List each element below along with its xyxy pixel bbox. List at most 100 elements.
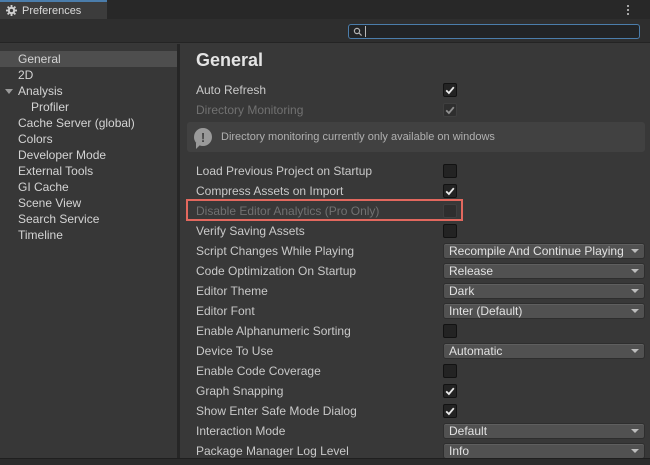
settings-row: Enable Code Coverage — [180, 361, 650, 381]
setting-label: Enable Alphanumeric Sorting — [196, 324, 443, 338]
setting-label: Editor Theme — [196, 284, 443, 298]
sidebar-item-label: Cache Server (global) — [18, 116, 135, 130]
setting-label: Load Previous Project on Startup — [196, 164, 443, 178]
settings-row: Show Enter Safe Mode Dialog — [180, 401, 650, 421]
settings-row: Script Changes While Playing Recompile An… — [180, 241, 650, 261]
settings-row: Directory Monitoring — [180, 100, 650, 120]
dropdown-value: Release — [449, 264, 493, 278]
checkbox[interactable] — [443, 364, 457, 378]
dropdown-value: Recompile And Continue Playing — [449, 244, 624, 258]
dropdown[interactable]: Info — [443, 443, 645, 459]
dropdown-value: Info — [449, 444, 469, 458]
sidebar-item-label: Profiler — [31, 100, 69, 114]
foldout-arrow-icon[interactable] — [5, 89, 13, 94]
tab-label: Preferences — [22, 5, 81, 17]
setting-label: Device To Use — [196, 344, 443, 358]
search-icon — [351, 25, 364, 38]
sidebar-item-search-service[interactable]: Search Service — [0, 211, 177, 227]
setting-label: Directory Monitoring — [196, 103, 443, 117]
chevron-down-icon — [631, 289, 639, 293]
checkbox[interactable] — [443, 324, 457, 338]
settings-row: Enable Alphanumeric Sorting — [180, 321, 650, 341]
gear-icon — [6, 5, 17, 16]
settings-row: Disable Editor Analytics (Pro Only) — [180, 201, 650, 221]
settings-row: Editor Font Inter (Default) — [180, 301, 650, 321]
settings-row: Interaction Mode Default — [180, 421, 650, 441]
sidebar-item-external-tools[interactable]: External Tools — [0, 163, 177, 179]
dropdown[interactable]: Automatic — [443, 343, 645, 359]
settings-row: Code Optimization On Startup Release — [180, 261, 650, 281]
settings-row: Auto Refresh — [180, 80, 650, 100]
setting-label: Compress Assets on Import — [196, 184, 443, 198]
chevron-down-icon — [631, 349, 639, 353]
settings-row: Editor Theme Dark — [180, 281, 650, 301]
tab-preferences[interactable]: Preferences — [0, 0, 107, 19]
setting-label: Disable Editor Analytics (Pro Only) — [196, 204, 443, 218]
sidebar-item-2d[interactable]: 2D — [0, 67, 177, 83]
info-text: Directory monitoring currently only avai… — [221, 131, 495, 143]
chevron-down-icon — [631, 449, 639, 453]
sidebar-item-label: Timeline — [18, 228, 63, 242]
setting-label: Show Enter Safe Mode Dialog — [196, 404, 443, 418]
sidebar-item-developer-mode[interactable]: Developer Mode — [0, 147, 177, 163]
dropdown[interactable]: Default — [443, 423, 645, 439]
chevron-down-icon — [631, 429, 639, 433]
dropdown[interactable]: Inter (Default) — [443, 303, 645, 319]
checkbox[interactable] — [443, 83, 457, 97]
sidebar-item-label: Analysis — [18, 84, 63, 98]
dropdown-value: Dark — [449, 284, 474, 298]
sidebar-item-cache-server-global-[interactable]: Cache Server (global) — [0, 115, 177, 131]
chevron-down-icon — [631, 269, 639, 273]
setting-label: Graph Snapping — [196, 384, 443, 398]
setting-label: Verify Saving Assets — [196, 224, 443, 238]
sidebar-item-label: 2D — [18, 68, 33, 82]
sidebar-item-label: Developer Mode — [18, 148, 106, 162]
sidebar-item-general[interactable]: General — [0, 51, 177, 67]
checkbox[interactable] — [443, 224, 457, 238]
sidebar-item-timeline[interactable]: Timeline — [0, 227, 177, 243]
setting-label: Package Manager Log Level — [196, 444, 443, 458]
setting-label: Auto Refresh — [196, 83, 443, 97]
sidebar-item-scene-view[interactable]: Scene View — [0, 195, 177, 211]
checkbox[interactable] — [443, 164, 457, 178]
chevron-down-icon — [631, 309, 639, 313]
preferences-window: Preferences General 2D Analysis Profiler Cac… — [0, 0, 650, 465]
sidebar-item-label: Scene View — [18, 196, 81, 210]
dropdown[interactable]: Dark — [443, 283, 645, 299]
info-icon: ! — [194, 128, 212, 146]
sidebar-item-label: Search Service — [18, 212, 99, 226]
dropdown[interactable]: Recompile And Continue Playing — [443, 243, 645, 259]
text-caret — [365, 26, 366, 37]
checkbox — [443, 103, 457, 117]
checkbox[interactable] — [443, 184, 457, 198]
setting-label: Script Changes While Playing — [196, 244, 443, 258]
checkbox[interactable] — [443, 384, 457, 398]
dropdown-value: Inter (Default) — [449, 304, 522, 318]
sidebar-item-gi-cache[interactable]: GI Cache — [0, 179, 177, 195]
sidebar-item-label: GI Cache — [18, 180, 69, 194]
dropdown[interactable]: Release — [443, 263, 645, 279]
setting-label: Editor Font — [196, 304, 443, 318]
search-input[interactable] — [348, 24, 640, 39]
page-title: General — [180, 44, 650, 72]
tab-bar: Preferences — [0, 0, 650, 19]
sidebar-item-label: Colors — [18, 132, 53, 146]
sidebar: General 2D Analysis Profiler Cache Server (g… — [0, 44, 177, 458]
dropdown-value: Automatic — [449, 344, 502, 358]
main-panel: General Auto Refresh Directory Monitoring… — [177, 44, 650, 458]
checkbox — [443, 204, 457, 218]
checkbox[interactable] — [443, 404, 457, 418]
setting-label: Code Optimization On Startup — [196, 264, 443, 278]
setting-label: Interaction Mode — [196, 424, 443, 438]
sidebar-item-profiler[interactable]: Profiler — [0, 99, 177, 115]
sidebar-item-colors[interactable]: Colors — [0, 131, 177, 147]
dropdown-value: Default — [449, 424, 487, 438]
kebab-menu-icon[interactable] — [623, 4, 633, 16]
settings-row: Device To Use Automatic — [180, 341, 650, 361]
sidebar-item-analysis[interactable]: Analysis — [0, 83, 177, 99]
settings-row: Compress Assets on Import — [180, 181, 650, 201]
settings-row: Graph Snapping — [180, 381, 650, 401]
sidebar-item-label: External Tools — [18, 164, 93, 178]
sidebar-item-label: General — [18, 52, 61, 66]
chevron-down-icon — [631, 249, 639, 253]
